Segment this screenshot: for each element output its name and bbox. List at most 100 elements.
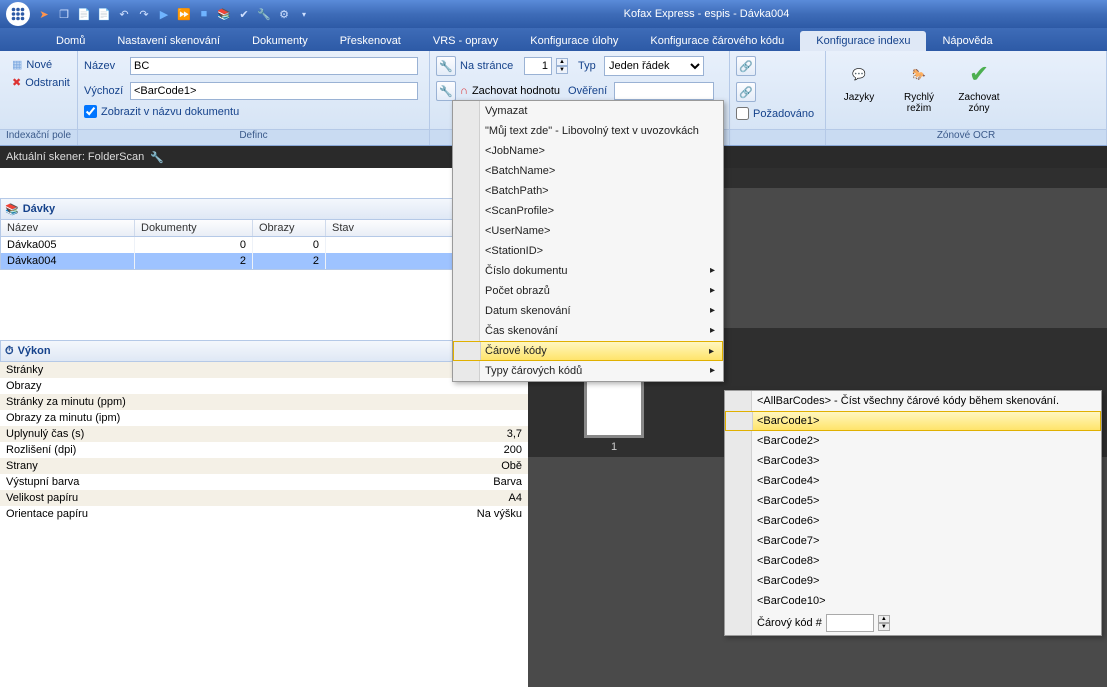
submenu-item[interactable]: <BarCode4> [725, 471, 1101, 491]
table-row[interactable]: Dávka00422 [1, 253, 527, 269]
tab-dom-[interactable]: Domů [40, 31, 101, 51]
menu-item[interactable]: <BatchPath> [453, 181, 723, 201]
menu-item[interactable]: Číslo dokumentu [453, 261, 723, 281]
ocr-fast-button[interactable]: 🐎 Rychlý režim [892, 55, 946, 117]
qa-ffwd-icon[interactable]: ⏩ [176, 6, 192, 22]
ocr-zones-button[interactable]: ✔ Zachovat zóny [952, 55, 1006, 117]
ocr-languages-button[interactable]: 💬 Jazyky [832, 55, 886, 106]
menu-item[interactable]: <BatchName> [453, 161, 723, 181]
validate-label: Ověření [568, 85, 610, 97]
col-imgs[interactable]: Obrazy [253, 220, 326, 236]
new-label: Nové [26, 59, 52, 71]
show-in-title-checkbox[interactable] [84, 105, 97, 118]
ocr-lang-label: Jazyky [844, 92, 875, 103]
default-value-menu[interactable]: Vymazat"Můj text zde" - Libovolný text v… [452, 100, 724, 382]
col-docs[interactable]: Dokumenty [135, 220, 253, 236]
qa-undo-icon[interactable]: ↶ [116, 6, 132, 22]
qa-dropdown-icon[interactable]: ▾ [296, 6, 312, 22]
qa-arrow-icon[interactable]: ➤ [36, 6, 52, 22]
barcode-index-input[interactable] [826, 614, 874, 632]
menu-item[interactable]: "Můj text zde" - Libovolný text v uvozov… [453, 121, 723, 141]
qa-check-icon[interactable]: ✔ [236, 6, 252, 22]
batches-header: 📚 Dávky [0, 198, 528, 220]
new-index-button[interactable]: ▦ Nové [8, 57, 74, 72]
menu-item[interactable]: Vymazat [453, 101, 723, 121]
qa-play-icon[interactable]: ▶ [156, 6, 172, 22]
qa-redo-icon[interactable]: ↷ [136, 6, 152, 22]
batches-icon: 📚 [5, 203, 19, 216]
menu-item[interactable]: Čas skenování [453, 321, 723, 341]
tab-vrs-opravy[interactable]: VRS - opravy [417, 31, 514, 51]
titlebar: ➤ ❐ 📄 📄 ↶ ↷ ▶ ⏩ ■ 📚 ✔ 🔧 ⚙ ▾ Kofax Expres… [0, 0, 1107, 28]
default-input[interactable] [130, 82, 418, 100]
submenu-item[interactable]: <BarCode3> [725, 451, 1101, 471]
tab-n-pov-da[interactable]: Nápověda [926, 31, 1008, 51]
left-panel: 📚 Dávky Název Dokumenty Obrazy Stav Dávk… [0, 168, 528, 687]
submenu-item[interactable]: <BarCode8> [725, 551, 1101, 571]
tab-konfigurace-indexu[interactable]: Konfigurace indexu [800, 31, 926, 51]
qa-copy-icon[interactable]: ❐ [56, 6, 72, 22]
submenu-item[interactable]: <BarCode6> [725, 511, 1101, 531]
menu-item[interactable]: <UserName> [453, 221, 723, 241]
qa-stop-icon[interactable]: ■ [196, 6, 212, 22]
menu-item[interactable]: Typy čárových kódů [453, 361, 723, 381]
submenu-allbarcodes[interactable]: <AllBarCodes> - Číst všechny čárové kódy… [725, 391, 1101, 411]
tool-icon-2[interactable]: 🔧 [436, 81, 456, 101]
barcode-spin-down[interactable]: ▼ [878, 623, 890, 631]
table-row[interactable]: Dávka00500 [1, 237, 527, 253]
group-caption-index: Indexační pole [0, 129, 77, 145]
group-caption-empty2 [730, 129, 825, 145]
tab-dokumenty[interactable]: Dokumenty [236, 31, 324, 51]
qa-doc-icon[interactable]: 📄 [76, 6, 92, 22]
wrench-icon[interactable]: 🔧 [150, 151, 164, 164]
qa-gear-icon[interactable]: ⚙ [276, 6, 292, 22]
batches-body: Dávka00500Dávka00422 [1, 237, 527, 269]
page-spin-up[interactable]: ▲ [556, 58, 568, 66]
menu-item[interactable]: Čárové kódy [453, 341, 723, 361]
perf-row: Uplynulý čas (s)3,7 [0, 426, 528, 442]
barcode-index-row: Čárový kód #▲▼ [725, 611, 1101, 635]
barcode-submenu[interactable]: <AllBarCodes> - Číst všechny čárové kódy… [724, 390, 1102, 636]
default-label: Výchozí [84, 85, 126, 97]
name-label: Název [84, 60, 126, 72]
magnet-icon: ∩ [460, 85, 468, 97]
qa-doc2-icon[interactable]: 📄 [96, 6, 112, 22]
name-input[interactable] [130, 57, 418, 75]
menu-item[interactable]: <StationID> [453, 241, 723, 261]
tab-konfigurace-rov-ho-k-du[interactable]: Konfigurace čárového kódu [634, 31, 800, 51]
submenu-item[interactable]: <BarCode9> [725, 571, 1101, 591]
menu-item[interactable]: <JobName> [453, 141, 723, 161]
menu-item[interactable]: Počet obrazů [453, 281, 723, 301]
delete-icon: ✖ [12, 76, 21, 89]
perf-row: Orientace papíruNa výšku [0, 506, 528, 522]
perf-title: Výkon [18, 345, 51, 357]
page-spin-down[interactable]: ▼ [556, 66, 568, 74]
tool-icon-1[interactable]: 🔧 [436, 56, 456, 76]
barcode-spin-up[interactable]: ▲ [878, 615, 890, 623]
new-icon: ▦ [12, 58, 22, 71]
tab-p-eskenovat[interactable]: Přeskenovat [324, 31, 417, 51]
keep-value-label: Zachovat hodnotu [472, 85, 560, 97]
col-name[interactable]: Název [1, 220, 135, 236]
menu-item[interactable]: Datum skenování [453, 301, 723, 321]
type-select[interactable]: Jeden řádek [604, 56, 704, 76]
submenu-item[interactable]: <BarCode1> [725, 411, 1101, 431]
tab-konfigurace-lohy[interactable]: Konfigurace úlohy [514, 31, 634, 51]
ocr-zones-label: Zachovat zóny [955, 92, 1003, 114]
page-input[interactable] [524, 57, 552, 75]
qa-tools-icon[interactable]: 🔧 [256, 6, 272, 22]
qa-stack-icon[interactable]: 📚 [216, 6, 232, 22]
horse-icon: 🐎 [903, 58, 935, 90]
delete-index-button[interactable]: ✖ Odstranit [8, 75, 74, 90]
submenu-item[interactable]: <BarCode5> [725, 491, 1101, 511]
tab-nastaven-skenov-n-[interactable]: Nastavení skenování [101, 31, 236, 51]
validate-input[interactable] [614, 82, 714, 100]
submenu-item[interactable]: <BarCode2> [725, 431, 1101, 451]
required-checkbox[interactable] [736, 107, 749, 120]
submenu-item[interactable]: <BarCode7> [725, 531, 1101, 551]
check-icon: ✔ [963, 58, 995, 90]
submenu-item[interactable]: <BarCode10> [725, 591, 1101, 611]
link-icon[interactable]: 🔗 [736, 56, 756, 76]
link-icon-2[interactable]: 🔗 [736, 82, 756, 102]
menu-item[interactable]: <ScanProfile> [453, 201, 723, 221]
